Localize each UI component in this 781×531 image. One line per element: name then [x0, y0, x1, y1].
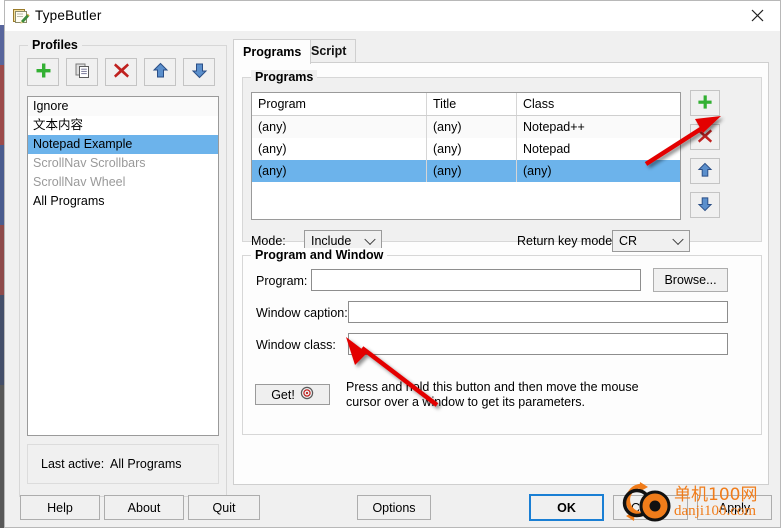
delete-program-button[interactable] — [690, 124, 720, 150]
program-input[interactable] — [311, 269, 641, 291]
list-item[interactable]: Notepad Example — [28, 135, 218, 154]
return-key-mode-label: Return key mode: — [517, 234, 616, 248]
cancel-button[interactable]: Cancel — [613, 495, 688, 520]
cell-program: (any) — [252, 116, 427, 138]
move-profile-down-button[interactable] — [183, 58, 215, 86]
window-caption-label: Window caption: — [256, 306, 348, 320]
delete-profile-button[interactable] — [105, 58, 137, 86]
list-item[interactable]: ScrollNav Scrollbars — [28, 154, 218, 173]
mode-value: Include — [311, 234, 352, 248]
copy-profile-button[interactable] — [66, 58, 98, 86]
plus-icon — [697, 94, 713, 113]
program-and-window-legend: Program and Window — [251, 248, 388, 262]
list-item[interactable]: All Programs — [28, 192, 218, 211]
list-item[interactable]: ScrollNav Wheel — [28, 173, 218, 192]
table-row[interactable]: (any) (any) Notepad — [252, 138, 680, 160]
typebutler-window: TypeButler Profiles Ignore 文本内容 Notepad … — [4, 0, 781, 528]
cell-class: Notepad++ — [523, 120, 585, 134]
profiles-list[interactable]: Ignore 文本内容 Notepad Example ScrollNav Sc… — [27, 96, 219, 436]
column-header-title[interactable]: Title — [427, 93, 517, 115]
table-row[interactable]: (any) (any) (any) — [252, 160, 680, 182]
cell-program: (any) — [252, 138, 427, 160]
last-active-box: Last active: All Programs — [27, 444, 219, 484]
tab-strip: Programs Script — [233, 39, 769, 64]
programs-table[interactable]: Program Title Class (any) (any) Notepad+… — [251, 92, 681, 220]
cell-title: (any) — [427, 138, 517, 160]
return-key-mode-value: CR — [619, 234, 638, 248]
profiles-group: Profiles Ignore 文本内容 Notepad Example Scr… — [19, 38, 227, 497]
column-header-program[interactable]: Program — [252, 93, 427, 115]
window-title: TypeButler — [35, 8, 102, 23]
target-crosshair-icon — [300, 386, 314, 403]
quit-button[interactable]: Quit — [188, 495, 260, 520]
chevron-down-icon — [364, 233, 376, 246]
profiles-legend: Profiles — [28, 38, 82, 52]
tab-programs[interactable]: Programs — [233, 39, 312, 64]
move-program-down-button[interactable] — [690, 192, 720, 218]
get-hint-text: Press and hold this button and then move… — [346, 380, 639, 409]
program-and-window-group: Program and Window Program: Browse... Wi… — [242, 248, 762, 435]
cell-title: (any) — [427, 160, 517, 182]
client-area: Profiles Ignore 文本内容 Notepad Example Scr… — [5, 31, 780, 527]
about-button[interactable]: About — [104, 495, 184, 520]
ok-button[interactable]: OK — [529, 494, 604, 521]
move-program-up-button[interactable] — [690, 158, 720, 184]
copy-icon — [74, 62, 91, 82]
apply-button[interactable]: Apply — [697, 495, 772, 520]
add-profile-button[interactable] — [27, 58, 59, 86]
red-x-icon — [113, 62, 130, 82]
window-class-input[interactable] — [348, 333, 728, 355]
add-program-button[interactable] — [690, 90, 720, 116]
chevron-down-icon — [672, 233, 684, 246]
get-button[interactable]: Get! — [255, 384, 330, 405]
red-x-icon — [697, 128, 713, 147]
move-profile-up-button[interactable] — [144, 58, 176, 86]
arrow-up-icon — [697, 162, 713, 181]
cell-title: (any) — [427, 116, 517, 138]
program-label: Program: — [256, 274, 308, 288]
get-button-label: Get! — [271, 387, 295, 402]
programs-legend: Programs — [251, 70, 318, 84]
profiles-toolbar — [27, 58, 217, 86]
close-icon[interactable] — [735, 1, 780, 30]
browse-button[interactable]: Browse... — [653, 268, 728, 292]
list-item[interactable]: Ignore — [28, 97, 218, 116]
tab-page-programs: Programs Program Title Class (any) (any)… — [233, 62, 769, 485]
title-bar: TypeButler — [5, 1, 780, 32]
programs-group: Programs Program Title Class (any) (any)… — [242, 70, 762, 252]
table-header-row: Program Title Class — [252, 93, 680, 116]
arrow-down-icon — [191, 62, 208, 82]
cell-class: (any) — [523, 164, 552, 178]
cell-program: (any) — [252, 160, 427, 182]
last-active-value: All Programs — [110, 457, 182, 471]
cell-class: Notepad — [523, 142, 571, 156]
return-key-mode-select[interactable]: CR — [612, 230, 690, 252]
arrow-up-icon — [152, 62, 169, 82]
window-class-label: Window class: — [256, 338, 336, 352]
plus-icon — [35, 62, 52, 82]
column-header-class[interactable]: Class — [517, 93, 680, 115]
last-active-label: Last active: — [41, 457, 105, 471]
document-pencil-icon — [12, 7, 30, 25]
arrow-down-icon — [697, 196, 713, 215]
table-row[interactable]: (any) (any) Notepad++ — [252, 116, 680, 138]
mode-label: Mode: — [251, 234, 286, 248]
window-caption-input[interactable] — [348, 301, 728, 323]
list-item[interactable]: 文本内容 — [28, 116, 218, 135]
help-button[interactable]: Help — [20, 495, 100, 520]
options-button[interactable]: Options — [357, 495, 431, 520]
